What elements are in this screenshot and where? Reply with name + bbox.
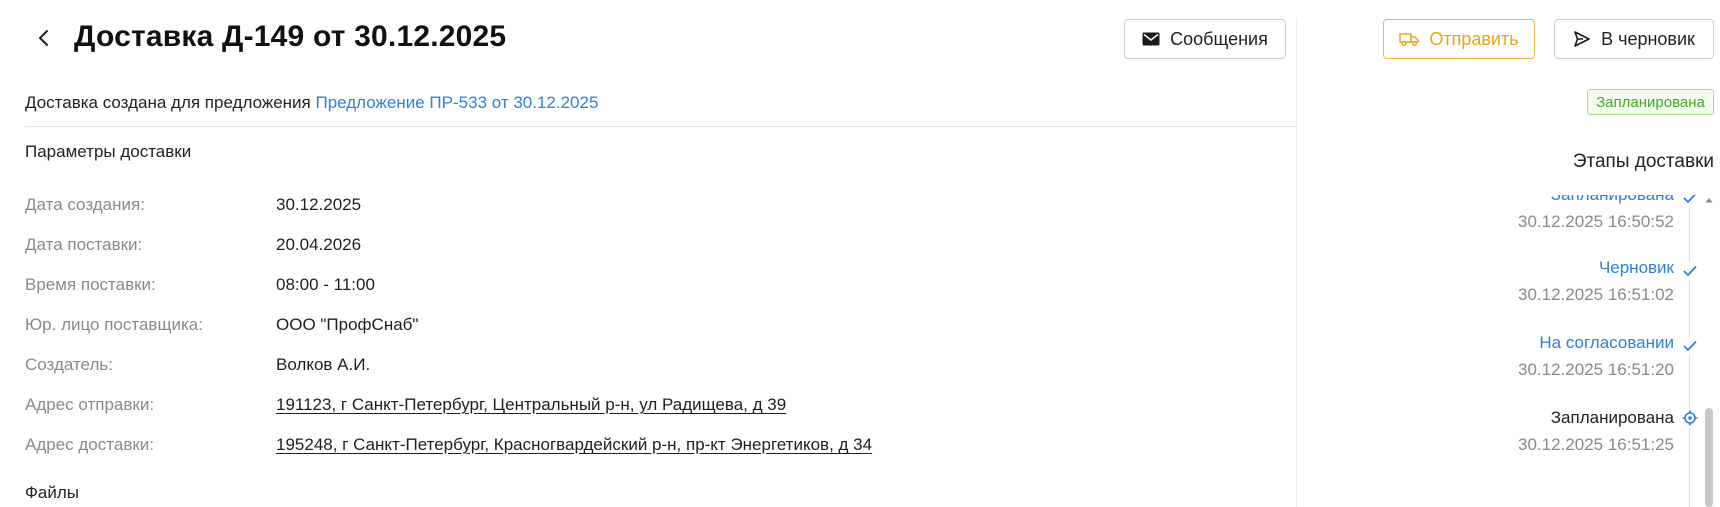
stage-item: На согласовании 30.12.2025 16:51:20 bbox=[1518, 331, 1674, 382]
stage-name: Запланирована bbox=[1518, 195, 1674, 207]
param-value: Волков А.И. bbox=[276, 355, 371, 374]
stage-time: 30.12.2025 16:51:25 bbox=[1518, 435, 1674, 454]
param-label: Время поставки: bbox=[25, 275, 156, 294]
files-section-title: Файлы bbox=[25, 483, 80, 502]
back-button[interactable] bbox=[30, 22, 58, 54]
check-icon bbox=[1681, 262, 1699, 280]
chevron-left-icon bbox=[39, 30, 48, 46]
check-icon bbox=[1681, 337, 1699, 355]
param-value: ООО "ПрофСнаб" bbox=[276, 315, 419, 334]
messages-button[interactable]: Сообщения bbox=[1124, 19, 1286, 59]
param-value: 30.12.2025 bbox=[276, 195, 362, 214]
destination-address-link[interactable]: 195248, г Санкт-Петербург, Красногвардей… bbox=[276, 435, 872, 455]
truck-icon bbox=[1399, 32, 1420, 46]
draft-label: В черновик bbox=[1601, 28, 1695, 49]
stage-time: 30.12.2025 16:50:52 bbox=[1518, 212, 1674, 231]
stage-name: На согласовании bbox=[1539, 333, 1674, 352]
main-panel: Доставка Д-149 от 30.12.2025 Сообщения Д… bbox=[0, 0, 1296, 507]
stages-title: Этапы доставки bbox=[1572, 151, 1714, 172]
origin-address-link[interactable]: 191123, г Санкт-Петербург, Центральный р… bbox=[276, 395, 786, 415]
param-label: Адрес отправки: bbox=[25, 395, 155, 414]
param-value: 08:00 - 11:00 bbox=[276, 275, 375, 294]
stage-item: Черновик 30.12.2025 16:51:02 bbox=[1518, 256, 1674, 307]
target-icon bbox=[1681, 409, 1699, 427]
param-label: Дата поставки: bbox=[25, 235, 143, 254]
stage-name: Запланирована bbox=[1550, 408, 1674, 427]
check-icon bbox=[1681, 195, 1699, 207]
param-value: 20.04.2026 bbox=[276, 235, 362, 254]
stage-name: Черновик bbox=[1598, 258, 1674, 277]
param-label: Юр. лицо поставщика: bbox=[25, 315, 203, 334]
param-label: Создатель: bbox=[25, 355, 113, 374]
param-label: Дата создания: bbox=[25, 195, 145, 214]
envelope-icon bbox=[1142, 32, 1160, 46]
scroll-up-arrow-icon[interactable] bbox=[1705, 195, 1713, 205]
stage-time: 30.12.2025 16:51:02 bbox=[1518, 285, 1674, 304]
draft-button[interactable]: В черновик bbox=[1554, 19, 1714, 59]
stage-item-current: Запланирована 30.12.2025 16:51:25 bbox=[1518, 406, 1674, 457]
page-title: Доставка Д-149 от 30.12.2025 bbox=[74, 20, 507, 53]
params-section-title: Параметры доставки bbox=[25, 142, 192, 161]
param-label: Адрес доставки: bbox=[25, 435, 155, 454]
offer-link[interactable]: Предложение ПР-533 от 30.12.2025 bbox=[316, 93, 599, 112]
messages-label: Сообщения bbox=[1170, 28, 1268, 49]
stages-scrollbar[interactable] bbox=[1705, 195, 1713, 507]
send-label: Отправить bbox=[1429, 28, 1519, 49]
paper-plane-icon bbox=[1573, 30, 1591, 48]
divider bbox=[25, 126, 1296, 127]
stage-item: Запланирована 30.12.2025 16:50:52 bbox=[1518, 195, 1674, 234]
scroll-thumb[interactable] bbox=[1705, 408, 1713, 507]
stage-time: 30.12.2025 16:51:20 bbox=[1518, 360, 1674, 379]
created-info-prefix: Доставка создана для предложения bbox=[25, 93, 311, 112]
status-badge: Запланирована bbox=[1587, 89, 1714, 115]
created-info: Доставка создана для предложения Предлож… bbox=[25, 93, 598, 113]
send-button[interactable]: Отправить bbox=[1383, 19, 1535, 59]
stages-timeline: Запланирована 30.12.2025 16:50:52 Чернов… bbox=[1297, 195, 1707, 507]
